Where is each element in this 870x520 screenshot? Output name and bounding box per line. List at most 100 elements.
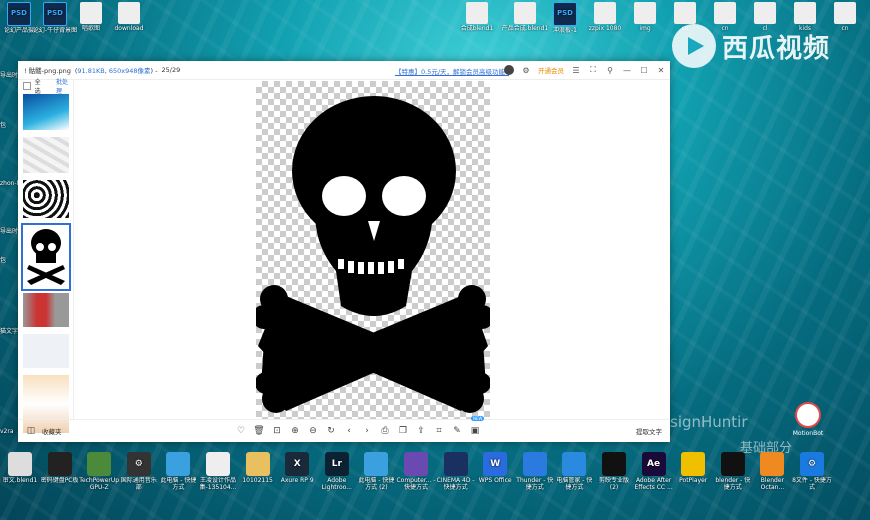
fullscreen-icon[interactable]: ⛶ [588, 65, 598, 75]
zoom-in-icon[interactable]: ⊕ [288, 424, 302, 438]
thumbnail-bottles[interactable] [23, 293, 69, 327]
desktop-icon-label[interactable]: 包 [0, 120, 6, 129]
desktop-shortcut[interactable]: 电脑管家 - 快捷方式 [554, 452, 594, 491]
desktop-shortcut[interactable]: ⚙ 国际通用音乐部 [119, 452, 159, 491]
desktop-icon-label: 合成blend1 [460, 25, 494, 32]
thumbnail-marble[interactable] [23, 137, 69, 173]
desktop-shortcut[interactable]: X Axure RP 9 [277, 452, 317, 491]
desktop-shortcut[interactable]: PotPlayer [673, 452, 713, 491]
psd-file-icon: PSD [553, 2, 577, 26]
thumbnail-pattern[interactable] [23, 180, 69, 218]
desktop-icon-label: download [114, 25, 144, 32]
toolbar: ♡ 🗑 ⊡ ⊕ ⊖ ↻ ‹ › ⎙ ❐ ⇪ ⌗ ✎ ▣ [234, 424, 482, 438]
previous-icon[interactable]: ‹ [342, 424, 356, 438]
thumbnail-skull[interactable] [21, 223, 71, 291]
desktop-shortcut-label: 10102115 [242, 477, 273, 484]
minimize-button[interactable]: — [622, 66, 632, 75]
favorite-heart-icon[interactable]: ♡ [234, 424, 248, 438]
thumbnail-sidebar: 全选 批处理 [18, 77, 74, 433]
select-all-label: 全选 [34, 79, 41, 95]
motionbot-shortcut[interactable]: MotionBot [788, 402, 828, 437]
psd-file-icon: PSD [43, 2, 67, 26]
desktop-shortcut-label: Computer... - 快捷方式 [396, 477, 436, 491]
desktop-icon-label[interactable]: 猫文字 [0, 326, 18, 335]
desktop-shortcut[interactable]: Ae Adobe After Effects CC ... [634, 452, 674, 491]
collection-button[interactable]: 收藏夹 [42, 426, 62, 436]
file-icon [674, 2, 696, 24]
image-viewer-window: ! 骷髅-png.png (91.81KB, 650x948像素) - 25/2… [18, 61, 670, 442]
desktop-shortcut[interactable]: 此电脑 - 快捷方式 [158, 452, 198, 491]
desktop-shortcut[interactable]: CINEMA 4D - 快捷方式 [436, 452, 476, 491]
delete-icon[interactable]: 🗑 [252, 424, 266, 438]
desktop-icon[interactable]: download [104, 2, 154, 32]
user-avatar[interactable] [504, 65, 514, 75]
thumbnail-wave[interactable] [23, 94, 69, 130]
actual-size-icon[interactable]: ⊡ [270, 424, 284, 438]
promo-link[interactable]: 【特惠】0.5元/天，解锁会员高级功能» [395, 66, 509, 76]
app-icon [404, 452, 428, 476]
desktop-shortcut-label: Axure RP 9 [280, 477, 314, 484]
overlay-designer-text: signHuntir [670, 413, 748, 431]
app-icon [522, 452, 547, 476]
desktop-shortcut[interactable]: Blender Octan... [752, 452, 792, 491]
file-title: ! 骷髅-png.png [24, 67, 71, 75]
desktop-icon-label[interactable]: v2ra [0, 428, 14, 435]
close-button[interactable]: ✕ [656, 66, 666, 75]
desktop-shortcut-label: 国际通用音乐部 [120, 477, 157, 491]
image-counter: 25/29 [161, 66, 181, 74]
desktop-shortcut-label: TechPowerUp GPU-Z [79, 477, 120, 491]
thumbnail-placeholder[interactable] [23, 334, 69, 368]
app-icon [166, 452, 191, 476]
crop-icon[interactable]: ⌗ [432, 424, 446, 438]
desktop-icon[interactable]: 合成blend1 [452, 2, 502, 32]
desktop-icon-label[interactable]: 包 [0, 255, 6, 264]
desktop-shortcut[interactable]: blender - 快捷方式 [713, 452, 753, 491]
maximize-button[interactable]: ☐ [639, 66, 649, 75]
app-icon: W [483, 452, 508, 476]
desktop-shortcut[interactable]: 此电脑 - 快捷方式 (2) [356, 452, 396, 491]
image-canvas[interactable] [252, 81, 494, 419]
zoom-out-icon[interactable]: ⊖ [306, 424, 320, 438]
desktop-shortcut-label: 8文件 - 快捷方式 [792, 477, 832, 491]
copy-icon[interactable]: ❐ [396, 424, 410, 438]
app-icon [8, 452, 32, 476]
desktop-shortcut[interactable]: Thunder - 快捷方式 [515, 452, 555, 491]
desktop-icon-label[interactable]: 导出时 [0, 70, 18, 79]
edit-icon[interactable]: ✎ [450, 424, 464, 438]
desktop-shortcut[interactable]: 审文.blend1 [0, 452, 40, 491]
desktop-shortcut[interactable]: ⚙ 8文件 - 快捷方式 [792, 452, 832, 491]
desktop-shortcut-label: Adobe Lightroo... [321, 477, 352, 491]
desktop-shortcut[interactable]: 剪映专业版 (2) [594, 452, 634, 491]
desktop-shortcut-label: 审文.blend1 [2, 477, 38, 484]
skull-crossbones-image [252, 96, 494, 413]
desktop-icon-label[interactable]: 导出时 [0, 226, 18, 235]
app-icon [760, 452, 785, 476]
rotate-icon[interactable]: ↻ [324, 424, 338, 438]
menu-icon[interactable]: ☰ [571, 66, 581, 75]
desktop-shortcut-label: WPS Office [478, 477, 512, 484]
layout-icon[interactable]: ◫ [24, 424, 38, 438]
settings-icon[interactable]: ⚙ [521, 66, 531, 75]
app-icon: ⚙ [800, 452, 824, 476]
desktop-shortcut-label: Thunder - 快捷方式 [516, 477, 554, 491]
file-icon [834, 2, 856, 24]
desktop-shortcut[interactable]: TechPowerUp GPU-Z [79, 452, 119, 491]
open-vip-button[interactable]: 开通会员 [538, 65, 564, 75]
desktop-shortcut[interactable]: 王凌设计作品集-135104... [198, 452, 238, 491]
desktop-shortcut[interactable]: 10102115 [238, 452, 278, 491]
pin-icon[interactable]: ⚲ [605, 66, 615, 75]
extract-text-button[interactable]: 提取文字 [636, 426, 662, 436]
share-icon[interactable]: ⇪ [414, 424, 428, 438]
desktop-shortcut[interactable]: 密码键盘PC板 [40, 452, 80, 491]
desktop-shortcut-label: blender - 快捷方式 [715, 477, 751, 491]
print-icon[interactable]: ⎙ [378, 424, 392, 438]
desktop-shortcut[interactable]: Computer... - 快捷方式 [396, 452, 436, 491]
select-all-checkbox[interactable] [23, 82, 31, 90]
batch-button[interactable]: 批处理 [56, 77, 73, 95]
image-tool-icon[interactable]: ▣ [468, 424, 482, 438]
desktop-shortcut[interactable]: Lr Adobe Lightroo... [317, 452, 357, 491]
next-icon[interactable]: › [360, 424, 374, 438]
app-icon [681, 452, 706, 476]
desktop-shortcut[interactable]: W WPS Office [475, 452, 515, 491]
app-icon: X [285, 452, 310, 476]
